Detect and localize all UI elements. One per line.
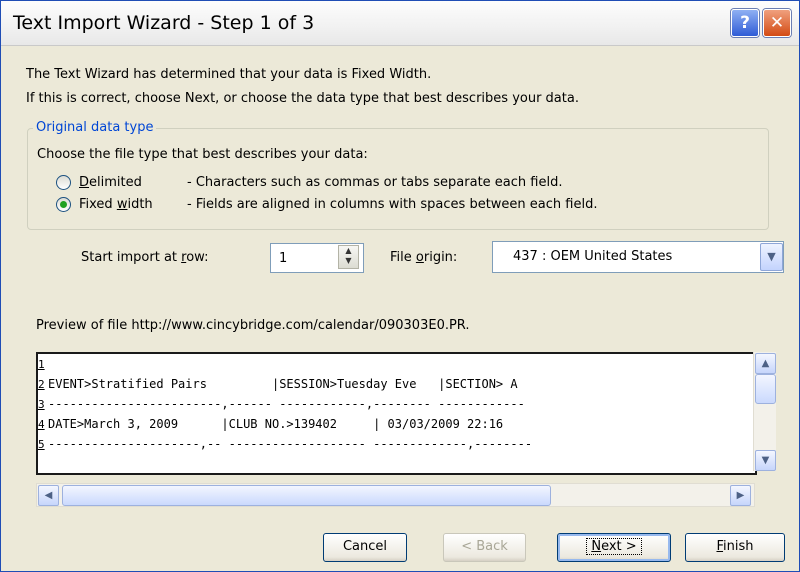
title-bar: Text Import Wizard - Step 1 of 3 ? ✕: [1, 1, 799, 46]
back-button[interactable]: < Back: [443, 533, 526, 562]
dialog-title: Text Import Wizard - Step 1 of 3: [13, 12, 315, 34]
delimited-radio[interactable]: [56, 175, 71, 190]
fixed-width-description: - Fields are aligned in columns with spa…: [187, 197, 598, 212]
file-type-prompt: Choose the file type that best describes…: [37, 147, 368, 162]
row-text: EVENT>Stratified Pairs |SESSION>Tuesday …: [48, 377, 518, 391]
preview-row: 5 ---------------------,-- --------------…: [38, 434, 532, 454]
intro-line-1: The Text Wizard has determined that your…: [26, 67, 432, 82]
preview-horizontal-scrollbar[interactable]: ◀ ▶: [36, 483, 755, 507]
text-import-wizard-dialog: Text Import Wizard - Step 1 of 3 ? ✕ The…: [0, 0, 800, 572]
vertical-scroll-thumb[interactable]: [755, 374, 776, 404]
row-text: ---------------------,-- ---------------…: [48, 437, 533, 451]
scroll-up-icon[interactable]: ▲: [755, 353, 776, 374]
row-number: 1: [38, 358, 45, 371]
start-row-value: 1: [279, 251, 288, 266]
horizontal-scroll-thumb[interactable]: [62, 485, 551, 506]
finish-button[interactable]: Finish: [685, 533, 785, 562]
scroll-down-icon[interactable]: ▼: [755, 450, 776, 471]
file-origin-label: File origin:: [390, 250, 458, 265]
scroll-left-icon[interactable]: ◀: [38, 485, 59, 506]
help-icon[interactable]: ?: [731, 9, 759, 37]
row-text: DATE>March 3, 2009 |CLUB NO.>139402 | 03…: [48, 417, 504, 431]
preview-label: Preview of file http://www.cincybridge.c…: [36, 318, 470, 333]
preview-row: 2 EVENT>Stratified Pairs |SESSION>Tuesday…: [38, 374, 518, 394]
row-number: 3: [38, 398, 45, 411]
file-origin-value: 437 : OEM United States: [513, 249, 673, 264]
row-number: 5: [38, 438, 45, 451]
intro-line-2: If this is correct, choose Next, or choo…: [26, 91, 579, 106]
fixed-width-radio[interactable]: [56, 197, 71, 212]
row-number: 4: [38, 418, 45, 431]
chevron-down-icon[interactable]: ▼: [760, 243, 783, 271]
preview-row: 3 ------------------------,------ -------…: [38, 394, 525, 414]
delimited-description: - Characters such as commas or tabs sepa…: [187, 175, 563, 190]
group-legend: Original data type: [33, 120, 157, 135]
fixed-width-label[interactable]: Fixed width: [79, 197, 153, 212]
preview-pane[interactable]: 1 2 EVENT>Stratified Pairs |SESSION>Tuesd…: [36, 352, 757, 475]
file-origin-select[interactable]: 437 : OEM United States: [492, 241, 784, 273]
start-row-label: Start import at row:: [81, 250, 209, 265]
delimited-label[interactable]: Delimited: [79, 175, 142, 190]
start-row-spinner[interactable]: ▲ ▼: [338, 245, 359, 269]
next-button[interactable]: Next >: [557, 533, 671, 562]
radio-selected-dot: [60, 201, 67, 208]
row-text: ------------------------,------ --------…: [48, 397, 525, 411]
scroll-right-icon[interactable]: ▶: [730, 485, 751, 506]
close-icon[interactable]: ✕: [763, 9, 791, 37]
cancel-button[interactable]: Cancel: [323, 533, 407, 562]
preview-row: 1: [38, 354, 48, 374]
row-number: 2: [38, 378, 45, 391]
preview-vertical-scrollbar[interactable]: ▲ ▼: [753, 352, 776, 471]
preview-row: 4 DATE>March 3, 2009 |CLUB NO.>139402 | 0…: [38, 414, 503, 434]
